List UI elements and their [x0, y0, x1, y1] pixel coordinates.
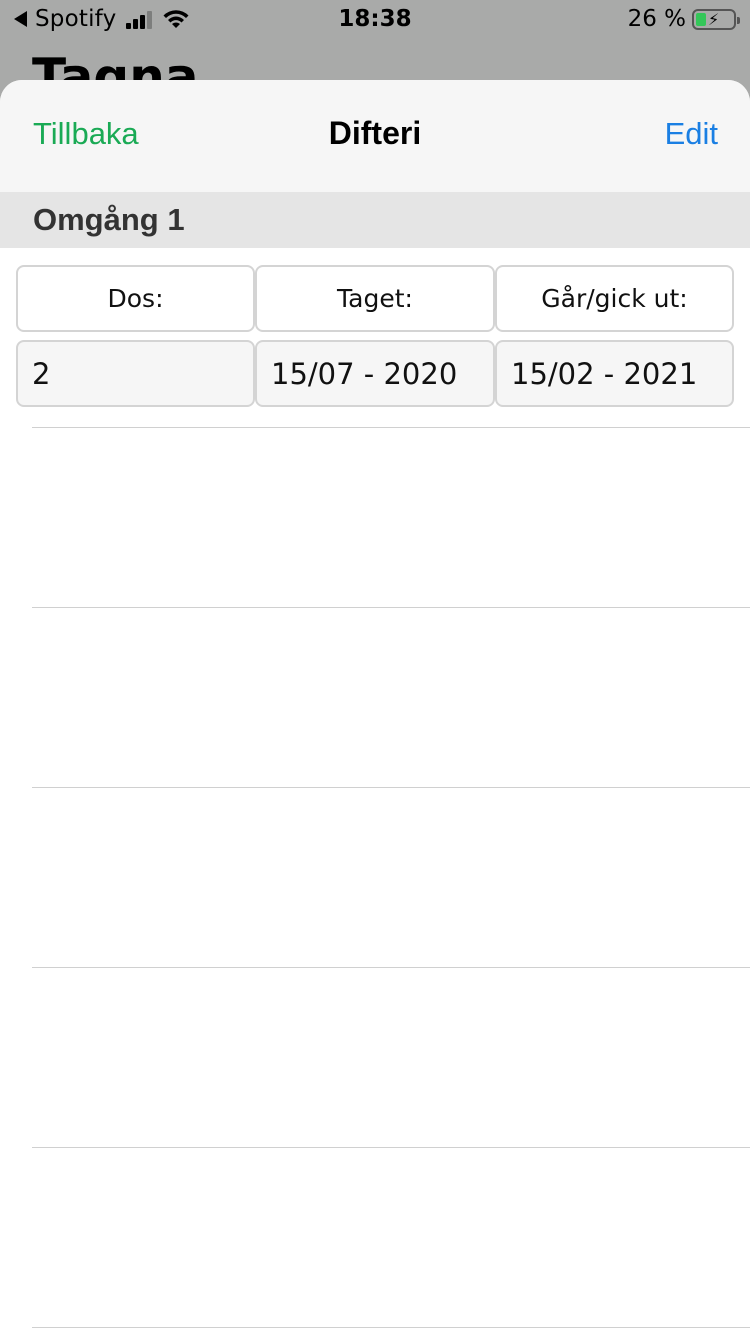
list-separator — [32, 1147, 750, 1148]
list-separator — [32, 787, 750, 788]
battery-icon: ⚡ — [692, 8, 740, 30]
battery-percent: 26 % — [627, 6, 686, 32]
status-bar: Spotify 18:38 26 % ⚡ — [0, 0, 750, 40]
list-separator — [32, 427, 750, 428]
empty-list-rows — [0, 80, 750, 1334]
list-separator — [32, 607, 750, 608]
modal-sheet: Tillbaka Difteri Edit Omgång 1 Dos: Tage… — [0, 80, 750, 1334]
status-right: 26 % ⚡ — [627, 6, 740, 32]
battery-level — [696, 12, 706, 26]
list-separator — [32, 967, 750, 968]
charging-bolt-icon: ⚡ — [708, 9, 720, 29]
list-separator — [32, 1327, 750, 1328]
